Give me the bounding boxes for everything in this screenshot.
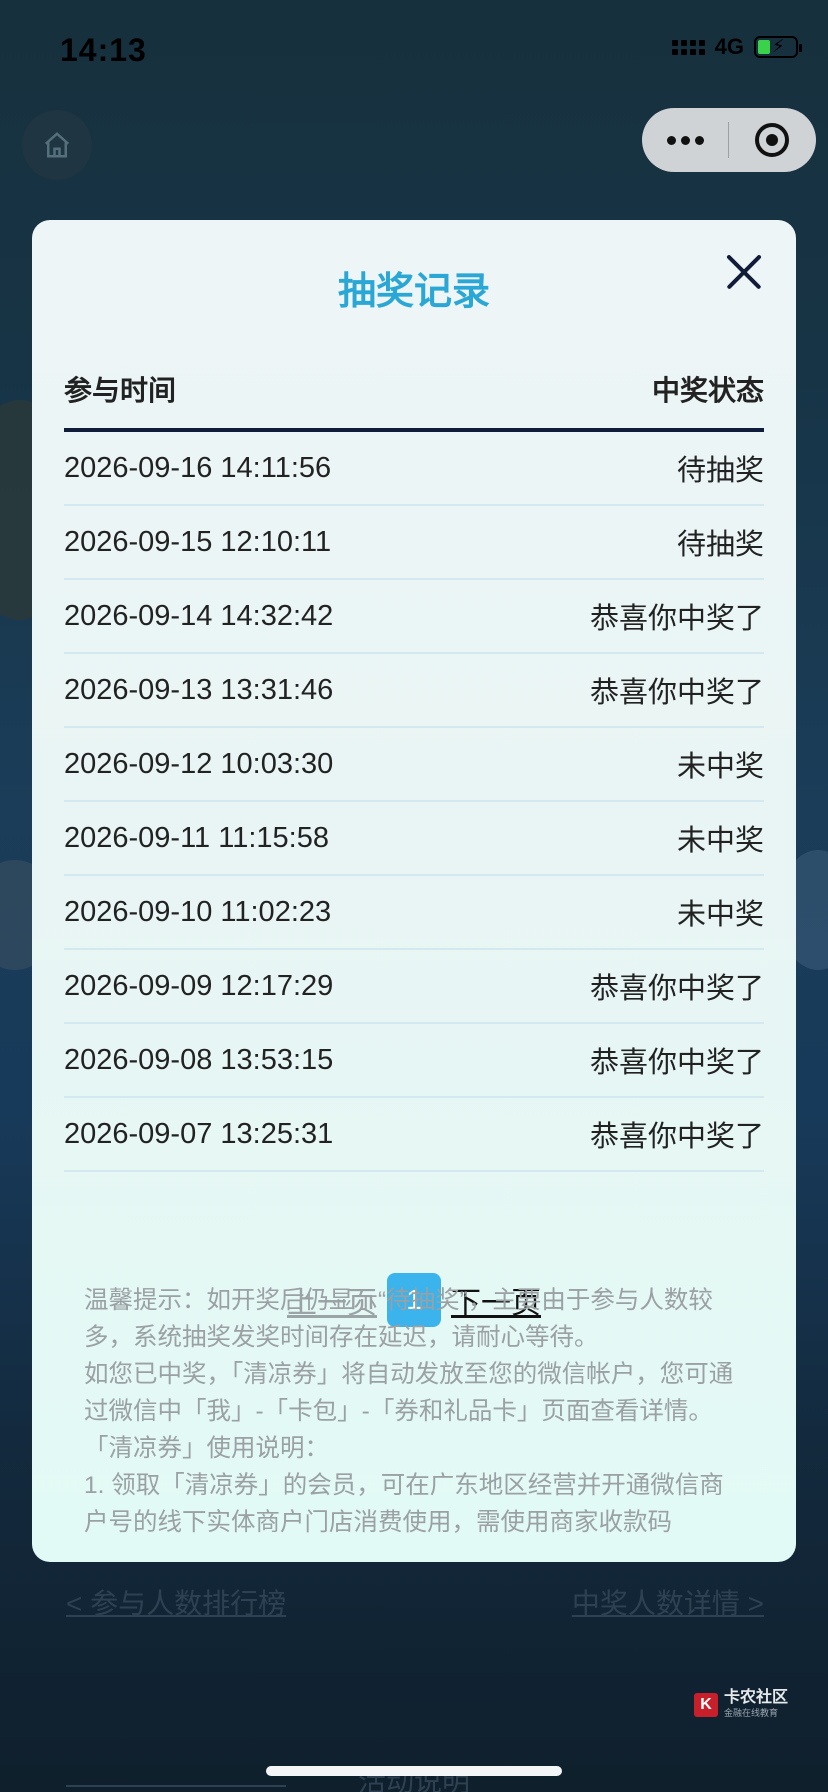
column-header-time: 参与时间 bbox=[64, 375, 177, 406]
home-indicator[interactable] bbox=[266, 1766, 562, 1776]
more-button[interactable] bbox=[642, 108, 728, 172]
row-status: 未中奖 bbox=[676, 899, 764, 931]
table-row: 2026-09-10 11:02:23 未中奖 bbox=[64, 876, 764, 950]
tips-text: 温馨提示：如开奖后仍显示“待抽奖”，主要由于参与人数较多，系统抽奖发奖时间存在延… bbox=[84, 1282, 744, 1541]
row-status: 恭喜你中奖了 bbox=[589, 973, 764, 1005]
target-icon bbox=[755, 123, 789, 157]
status-time: 14:13 bbox=[60, 32, 147, 68]
page-links: < 参与人数排行榜 中奖人数详情 > bbox=[66, 1582, 764, 1622]
tip-paragraph: 温馨提示：如开奖后仍显示“待抽奖”，主要由于参与人数较多，系统抽奖发奖时间存在延… bbox=[84, 1287, 713, 1351]
row-status: 未中奖 bbox=[676, 751, 764, 783]
row-time: 2026-09-14 14:32:42 bbox=[64, 599, 334, 632]
row-status: 恭喜你中奖了 bbox=[589, 677, 764, 709]
participant-ranking-link[interactable]: < 参与人数排行榜 bbox=[66, 1582, 286, 1622]
cellular-signal-icon bbox=[671, 39, 705, 55]
table-row: 2026-09-08 13:53:15 恭喜你中奖了 bbox=[64, 1024, 764, 1098]
section-divider bbox=[66, 1785, 286, 1787]
watermark-name: 卡农社区 bbox=[723, 1689, 788, 1706]
status-bar: 14:13 4G ⚡ bbox=[0, 0, 828, 98]
more-dots-icon bbox=[666, 135, 676, 145]
row-status: 待抽奖 bbox=[676, 455, 764, 487]
row-status: 恭喜你中奖了 bbox=[589, 603, 764, 635]
row-status: 待抽奖 bbox=[676, 529, 764, 561]
mini-program-capsule bbox=[642, 108, 816, 172]
watermark-sub: 金融在线教育 bbox=[723, 1708, 778, 1718]
modal-title: 抽奖记录 bbox=[337, 271, 490, 313]
tip-paragraph: 1. 领取「清凉券」的会员，可在广东地区经营并开通微信商户号的线下实体商户门店消… bbox=[84, 1472, 724, 1536]
row-time: 2026-09-12 10:03:30 bbox=[64, 747, 334, 780]
watermark-logo-icon: K bbox=[693, 1692, 718, 1717]
row-time: 2026-09-15 12:10:11 bbox=[64, 525, 332, 558]
row-time: 2026-09-08 13:53:15 bbox=[64, 1043, 334, 1076]
battery-charging-icon: ⚡ bbox=[754, 36, 802, 58]
watermark: K 卡农社区 金融在线教育 bbox=[693, 1690, 788, 1719]
winner-details-link[interactable]: 中奖人数详情 > bbox=[572, 1582, 764, 1622]
row-status: 恭喜你中奖了 bbox=[589, 1121, 764, 1153]
row-time: 2026-09-11 11:15:58 bbox=[64, 821, 329, 854]
column-header-status: 中奖状态 bbox=[651, 375, 764, 406]
table-row: 2026-09-13 13:31:46 恭喜你中奖了 bbox=[64, 654, 764, 728]
row-status: 恭喜你中奖了 bbox=[589, 1047, 764, 1079]
table-row: 2026-09-14 14:32:42 恭喜你中奖了 bbox=[64, 580, 764, 654]
close-miniprogram-button[interactable] bbox=[729, 108, 815, 172]
activity-rules-title: 活动说明 bbox=[357, 1766, 470, 1792]
home-button[interactable] bbox=[22, 110, 92, 180]
row-time: 2026-09-16 14:11:56 bbox=[64, 451, 332, 484]
table-row: 2026-09-09 12:17:29 恭喜你中奖了 bbox=[64, 950, 764, 1024]
home-icon bbox=[44, 132, 70, 158]
notes-clip: 温馨提示：如开奖后仍显示“待抽奖”，主要由于参与人数较多，系统抽奖发奖时间存在延… bbox=[32, 1270, 796, 1562]
table-row: 2026-09-15 12:10:11 待抽奖 bbox=[64, 506, 764, 580]
row-status: 未中奖 bbox=[676, 825, 764, 857]
table-row: 2026-09-12 10:03:30 未中奖 bbox=[64, 728, 764, 802]
table-header: 参与时间 中奖状态 bbox=[64, 350, 764, 432]
row-time: 2026-09-10 11:02:23 bbox=[64, 895, 332, 928]
table-row: 2026-09-16 14:11:56 待抽奖 bbox=[64, 432, 764, 506]
network-type: 4G bbox=[714, 34, 744, 59]
row-time: 2026-09-07 13:25:31 bbox=[64, 1117, 334, 1150]
row-time: 2026-09-09 12:17:29 bbox=[64, 969, 334, 1002]
close-icon[interactable] bbox=[724, 252, 764, 292]
status-indicators: 4G ⚡ bbox=[671, 34, 802, 60]
record-table: 参与时间 中奖状态 2026-09-16 14:11:56 待抽奖 2026-0… bbox=[64, 350, 764, 1172]
table-row: 2026-09-07 13:25:31 恭喜你中奖了 bbox=[64, 1098, 764, 1172]
tip-paragraph: 「清凉券」使用说明： bbox=[84, 1435, 329, 1462]
tip-paragraph: 如您已中奖，「清凉券」将自动发放至您的微信帐户，您可通过微信中「我」-「卡包」-… bbox=[84, 1361, 734, 1425]
watermark-text-group: 卡农社区 金融在线教育 bbox=[724, 1690, 788, 1719]
table-row: 2026-09-11 11:15:58 未中奖 bbox=[64, 802, 764, 876]
row-time: 2026-09-13 13:31:46 bbox=[64, 673, 334, 706]
